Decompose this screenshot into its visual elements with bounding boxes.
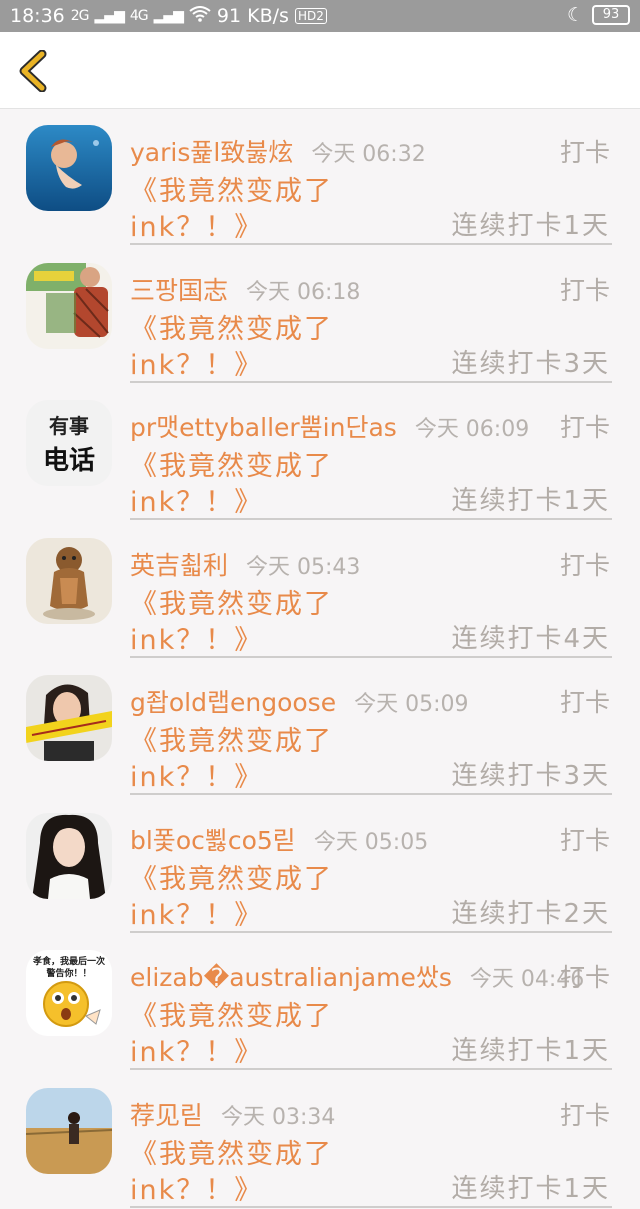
user-name[interactable]: 荐见릳今天 03:34 xyxy=(130,1096,335,1132)
status-bar: 18:36 2G ▂▄▆ 4G ▂▄▆ 91 KB/s HD2 ☾ 93 xyxy=(0,0,640,32)
signal-bars-icon: ▂▄▆ xyxy=(95,8,124,24)
avatar[interactable]: 孝食，我最后一次 警告你！！ xyxy=(26,950,112,1036)
list-item[interactable]: g좝old랩engoose今天 05:09 打卡 《我竟然变成了 ink？！》 … xyxy=(0,659,640,797)
user-name[interactable]: 英吉쵧利今天 05:43 xyxy=(130,546,360,582)
list-item[interactable]: 有事 电话 pr맷ettyballer뿜in단as今天 06:09 打卡 《我竟… xyxy=(0,384,640,522)
punch-label: 打卡 xyxy=(560,958,610,994)
punch-label: 打卡 xyxy=(560,133,610,169)
book-title-line2: ink？！》 xyxy=(130,755,263,794)
streak-count: 连续打卡3天 xyxy=(451,343,610,380)
streak-count: 连续打卡3天 xyxy=(451,755,610,792)
status-left: 18:36 2G ▂▄▆ 4G ▂▄▆ 91 KB/s HD2 xyxy=(10,5,327,27)
hd-icon: HD2 xyxy=(295,8,327,24)
book-title-line2: ink？！》 xyxy=(130,205,263,244)
streak-count: 连续打卡1天 xyxy=(451,1168,610,1205)
signal-2g-icon: 2G xyxy=(71,8,89,24)
chevron-left-icon xyxy=(14,50,54,92)
streak-count: 连续打卡1天 xyxy=(451,205,610,242)
punch-list: yaris퓵l致붏炫今天 06:32 打卡 《我竟然变成了 ink？！》 连续打… xyxy=(0,109,640,1209)
book-title-line1: 《我竟然变成了 xyxy=(130,169,333,208)
post-time: 今天 06:18 xyxy=(246,280,360,305)
punch-label: 打卡 xyxy=(560,546,610,582)
streak-count: 连续打卡4天 xyxy=(451,618,610,655)
post-time: 今天 06:09 xyxy=(415,417,529,442)
app-bar xyxy=(0,32,640,109)
network-speed: 91 KB/s xyxy=(217,5,289,27)
avatar[interactable] xyxy=(26,125,112,211)
book-title-line1: 《我竟然变成了 xyxy=(130,719,333,758)
book-title-line1: 《我竟然变成了 xyxy=(130,994,333,1033)
book-title-line2: ink？！》 xyxy=(130,618,263,657)
list-item[interactable]: 孝食，我最后一次 警告你！！ elizab�australianjame쌌s今天… xyxy=(0,934,640,1072)
punch-label: 打卡 xyxy=(560,271,610,307)
user-name[interactable]: elizab�australianjame쌌s今天 04:46 xyxy=(130,958,584,994)
avatar-text-line2: 电话 xyxy=(26,440,112,477)
avatar[interactable]: 有事 电话 xyxy=(26,400,112,486)
signal-4g-icon: 4G xyxy=(130,8,148,24)
user-name[interactable]: yaris퓵l致붏炫今天 06:32 xyxy=(130,133,426,169)
moon-icon: ☾ xyxy=(567,4,584,26)
streak-count: 连续打卡1天 xyxy=(451,1030,610,1067)
book-title-line1: 《我竟然变成了 xyxy=(130,307,333,346)
list-item[interactable]: 英吉쵧利今天 05:43 打卡 《我竟然变成了 ink？！》 连续打卡4天 xyxy=(0,522,640,660)
list-item[interactable]: bl퐃oc뾣co5릳今天 05:05 打卡 《我竟然变成了 ink？！》 连续打… xyxy=(0,797,640,935)
post-time: 今天 05:05 xyxy=(314,830,428,855)
avatar[interactable] xyxy=(26,538,112,624)
book-title-line1: 《我竟然变成了 xyxy=(130,857,333,896)
punch-label: 打卡 xyxy=(560,821,610,857)
punch-label: 打卡 xyxy=(560,683,610,719)
divider xyxy=(130,1206,612,1208)
book-title-line1: 《我竟然变成了 xyxy=(130,1132,333,1171)
book-title-line1: 《我竟然变成了 xyxy=(130,582,333,621)
book-title-line2: ink？！》 xyxy=(130,480,263,519)
list-item[interactable]: yaris퓵l致붏炫今天 06:32 打卡 《我竟然变成了 ink？！》 连续打… xyxy=(0,109,640,247)
book-title-line2: ink？！》 xyxy=(130,343,263,382)
status-time: 18:36 xyxy=(10,5,65,27)
streak-count: 连续打卡2天 xyxy=(451,893,610,930)
user-name[interactable]: bl퐃oc뾣co5릳今天 05:05 xyxy=(130,821,428,857)
divider xyxy=(130,243,612,245)
avatar[interactable] xyxy=(26,675,112,761)
wifi-icon xyxy=(189,5,211,27)
streak-count: 连续打卡1天 xyxy=(451,480,610,517)
avatar[interactable] xyxy=(26,1088,112,1174)
divider xyxy=(130,656,612,658)
book-title-line2: ink？！》 xyxy=(130,1030,263,1069)
post-time: 今天 05:43 xyxy=(246,555,360,580)
post-time: 今天 05:09 xyxy=(354,692,468,717)
user-name[interactable]: g좝old랩engoose今天 05:09 xyxy=(130,683,468,719)
list-item[interactable]: 荐见릳今天 03:34 打卡 《我竟然变成了 ink？！》 连续打卡1天 xyxy=(0,1072,640,1209)
book-title-line2: ink？！》 xyxy=(130,893,263,932)
book-title-line1: 《我竟然变成了 xyxy=(130,444,333,483)
divider xyxy=(130,793,612,795)
shocked-face-icon xyxy=(26,950,112,1036)
avatar[interactable] xyxy=(26,263,112,349)
user-name[interactable]: 三팡国志今天 06:18 xyxy=(130,271,360,307)
user-name[interactable]: pr맷ettyballer뿜in단as今天 06:09 xyxy=(130,408,529,444)
list-item[interactable]: 三팡国志今天 06:18 打卡 《我竟然变成了 ink？！》 连续打卡3天 xyxy=(0,247,640,385)
post-time: 今天 03:34 xyxy=(221,1105,335,1130)
battery-icon: 93 xyxy=(592,5,630,25)
status-right: ☾ 93 xyxy=(567,4,630,26)
avatar[interactable] xyxy=(26,813,112,899)
punch-label: 打卡 xyxy=(560,408,610,444)
divider xyxy=(130,381,612,383)
avatar-text-line1: 有事 xyxy=(26,410,112,439)
divider xyxy=(130,518,612,520)
post-time: 今天 06:32 xyxy=(311,142,425,167)
divider xyxy=(130,1068,612,1070)
divider xyxy=(130,931,612,933)
back-button[interactable] xyxy=(14,50,54,92)
signal-bars-icon-2: ▂▄▆ xyxy=(154,8,183,24)
book-title-line2: ink？！》 xyxy=(130,1168,263,1207)
punch-label: 打卡 xyxy=(560,1096,610,1132)
